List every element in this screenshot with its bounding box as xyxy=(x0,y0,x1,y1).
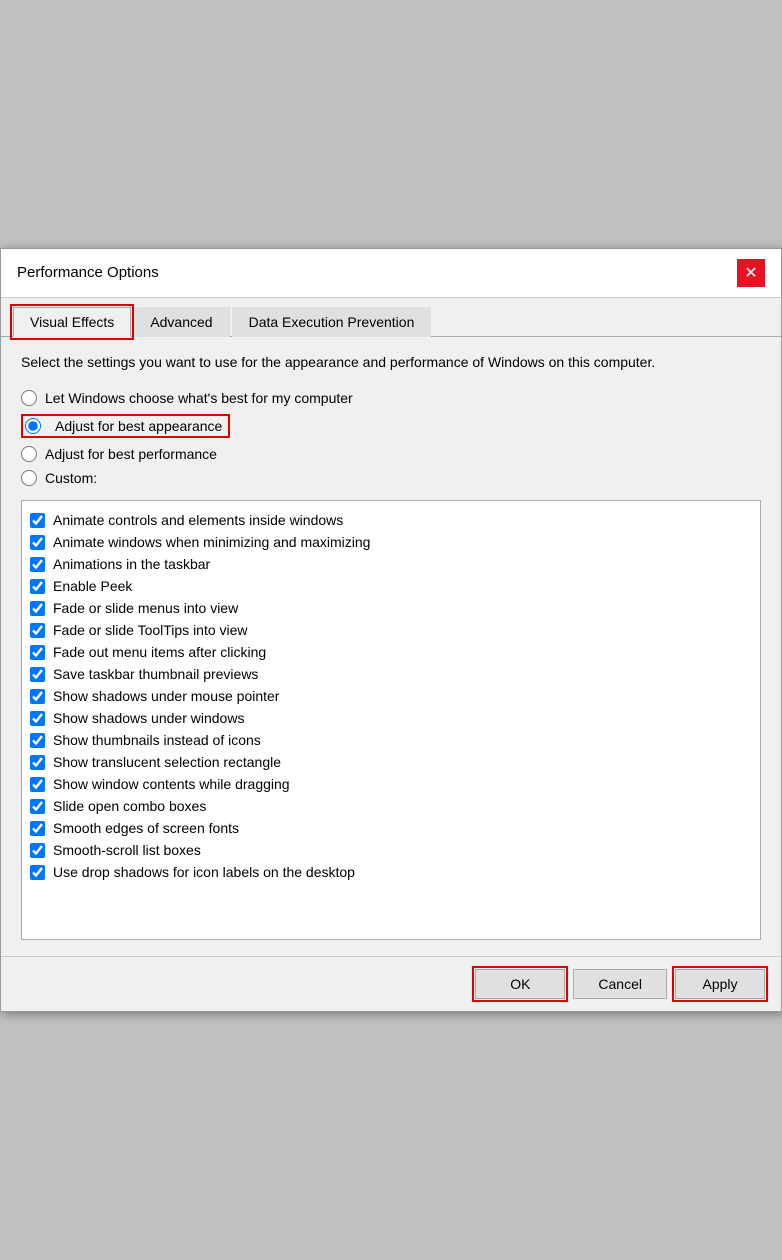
performance-options-dialog: Performance Options ✕ Visual Effects Adv… xyxy=(0,248,782,1013)
checkbox-item[interactable]: Fade or slide menus into view xyxy=(30,597,752,619)
checkbox-enable-peek[interactable] xyxy=(30,579,45,594)
close-button[interactable]: ✕ xyxy=(737,259,765,287)
checkbox-drop-shadows[interactable] xyxy=(30,865,45,880)
checkbox-item[interactable]: Save taskbar thumbnail previews xyxy=(30,663,752,685)
checkbox-label-animations-taskbar: Animations in the taskbar xyxy=(53,556,210,572)
tab-bar: Visual Effects Advanced Data Execution P… xyxy=(1,298,781,337)
checkbox-item[interactable]: Slide open combo boxes xyxy=(30,795,752,817)
checkbox-fade-slide-tooltips[interactable] xyxy=(30,623,45,638)
tab-advanced[interactable]: Advanced xyxy=(133,307,229,337)
footer: OK Cancel Apply xyxy=(1,956,781,1011)
ok-button[interactable]: OK xyxy=(475,969,565,999)
checkbox-fade-slide-menus[interactable] xyxy=(30,601,45,616)
checkbox-label-fade-slide-menus: Fade or slide menus into view xyxy=(53,600,238,616)
checkbox-save-taskbar[interactable] xyxy=(30,667,45,682)
checkbox-shadows-mouse[interactable] xyxy=(30,689,45,704)
checkbox-label-smooth-scroll: Smooth-scroll list boxes xyxy=(53,842,201,858)
checkbox-label-shadows-windows: Show shadows under windows xyxy=(53,710,244,726)
checkbox-smooth-scroll[interactable] xyxy=(30,843,45,858)
checkbox-label-smooth-edges: Smooth edges of screen fonts xyxy=(53,820,239,836)
radio-label-best-appearance: Adjust for best appearance xyxy=(55,418,222,434)
selected-radio-highlight: Adjust for best appearance xyxy=(21,414,230,438)
description-text: Select the settings you want to use for … xyxy=(21,353,761,373)
title-bar: Performance Options ✕ xyxy=(1,249,781,298)
checkbox-label-enable-peek: Enable Peek xyxy=(53,578,132,594)
tab-visual-effects[interactable]: Visual Effects xyxy=(13,307,131,337)
checkbox-label-shadows-mouse: Show shadows under mouse pointer xyxy=(53,688,279,704)
checkbox-item[interactable]: Fade out menu items after clicking xyxy=(30,641,752,663)
radio-label-best-performance: Adjust for best performance xyxy=(45,446,217,462)
radio-group: Let Windows choose what's best for my co… xyxy=(21,390,761,486)
checkbox-item[interactable]: Show shadows under windows xyxy=(30,707,752,729)
apply-button[interactable]: Apply xyxy=(675,969,765,999)
checkbox-fade-out-menu[interactable] xyxy=(30,645,45,660)
checkbox-show-thumbnails[interactable] xyxy=(30,733,45,748)
checkbox-label-animate-controls: Animate controls and elements inside win… xyxy=(53,512,343,528)
checkbox-label-window-contents: Show window contents while dragging xyxy=(53,776,290,792)
radio-option-best-performance[interactable]: Adjust for best performance xyxy=(21,446,761,462)
checkbox-window-contents[interactable] xyxy=(30,777,45,792)
checkbox-item[interactable]: Enable Peek xyxy=(30,575,752,597)
checkbox-item[interactable]: Use drop shadows for icon labels on the … xyxy=(30,861,752,883)
checkbox-item[interactable]: Animate windows when minimizing and maxi… xyxy=(30,531,752,553)
radio-option-custom[interactable]: Custom: xyxy=(21,470,761,486)
checkbox-item[interactable]: Show thumbnails instead of icons xyxy=(30,729,752,751)
checkbox-label-save-taskbar: Save taskbar thumbnail previews xyxy=(53,666,258,682)
checkbox-smooth-edges[interactable] xyxy=(30,821,45,836)
tab-dep[interactable]: Data Execution Prevention xyxy=(232,307,432,337)
checkbox-slide-combo[interactable] xyxy=(30,799,45,814)
checkbox-shadows-windows[interactable] xyxy=(30,711,45,726)
checkbox-label-translucent-selection: Show translucent selection rectangle xyxy=(53,754,281,770)
checkbox-item[interactable]: Animate controls and elements inside win… xyxy=(30,509,752,531)
radio-label-windows-best: Let Windows choose what's best for my co… xyxy=(45,390,353,406)
radio-best-performance[interactable] xyxy=(21,446,37,462)
radio-windows-best[interactable] xyxy=(21,390,37,406)
radio-label-custom: Custom: xyxy=(45,470,97,486)
checkbox-translucent-selection[interactable] xyxy=(30,755,45,770)
checkbox-item[interactable]: Smooth edges of screen fonts xyxy=(30,817,752,839)
checkbox-label-fade-out-menu: Fade out menu items after clicking xyxy=(53,644,266,660)
checkbox-label-animate-windows: Animate windows when minimizing and maxi… xyxy=(53,534,370,550)
checkbox-animate-windows[interactable] xyxy=(30,535,45,550)
radio-custom[interactable] xyxy=(21,470,37,486)
checkbox-item[interactable]: Show translucent selection rectangle xyxy=(30,751,752,773)
checkbox-item[interactable]: Show window contents while dragging xyxy=(30,773,752,795)
checkbox-label-drop-shadows: Use drop shadows for icon labels on the … xyxy=(53,864,355,880)
radio-option-windows-best[interactable]: Let Windows choose what's best for my co… xyxy=(21,390,761,406)
checkbox-animations-taskbar[interactable] xyxy=(30,557,45,572)
cancel-button[interactable]: Cancel xyxy=(573,969,667,999)
tab-content: Select the settings you want to use for … xyxy=(1,337,781,957)
checkbox-item[interactable]: Animations in the taskbar xyxy=(30,553,752,575)
checkbox-list: Animate controls and elements inside win… xyxy=(21,500,761,940)
dialog-title: Performance Options xyxy=(17,264,159,281)
checkbox-label-fade-slide-tooltips: Fade or slide ToolTips into view xyxy=(53,622,248,638)
checkbox-item[interactable]: Smooth-scroll list boxes xyxy=(30,839,752,861)
checkbox-label-slide-combo: Slide open combo boxes xyxy=(53,798,206,814)
checkbox-label-show-thumbnails: Show thumbnails instead of icons xyxy=(53,732,261,748)
checkbox-item[interactable]: Fade or slide ToolTips into view xyxy=(30,619,752,641)
radio-option-best-appearance[interactable]: Adjust for best appearance xyxy=(21,414,761,438)
checkbox-animate-controls[interactable] xyxy=(30,513,45,528)
checkbox-item[interactable]: Show shadows under mouse pointer xyxy=(30,685,752,707)
radio-best-appearance[interactable] xyxy=(25,418,41,434)
